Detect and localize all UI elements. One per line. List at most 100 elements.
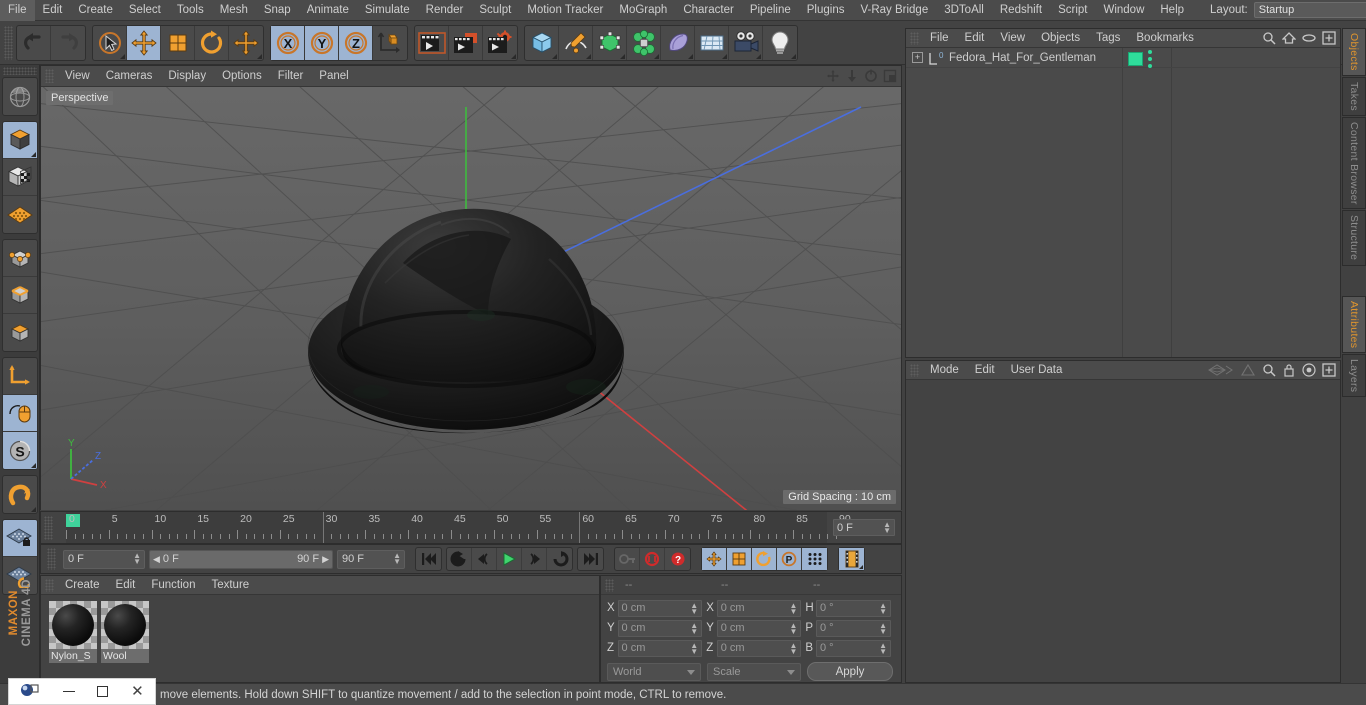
preview-range-slider[interactable]: ◀ 0 F 90 F ▶ xyxy=(149,549,333,569)
position-y-field[interactable]: 0 cm ▲ ▼ xyxy=(617,619,703,637)
spinner-icon[interactable]: ▲ ▼ xyxy=(879,601,887,615)
right-tab-attributes[interactable]: Attributes xyxy=(1342,295,1366,354)
wave-icon[interactable] xyxy=(1208,363,1234,380)
coordinates-grip[interactable] xyxy=(605,578,614,592)
rotation-b-field[interactable]: 0 ° ▲ ▼ xyxy=(815,639,892,657)
viewport-canvas[interactable]: Perspective Grid Spacing : 10 cm Y X Z xyxy=(41,87,901,510)
autokeying-button[interactable] xyxy=(640,548,665,570)
home-icon[interactable] xyxy=(1281,31,1297,48)
material-item[interactable]: Wool xyxy=(101,601,149,663)
play-button[interactable] xyxy=(497,548,522,570)
add-spline-button[interactable] xyxy=(559,25,593,60)
menu-item-character[interactable]: Character xyxy=(675,0,742,21)
menu-item-window[interactable]: Window xyxy=(1095,0,1152,21)
move-tool[interactable] xyxy=(127,25,161,60)
rotate-icon[interactable] xyxy=(864,69,878,86)
key-scale-button[interactable] xyxy=(727,548,752,570)
add-environment-button[interactable] xyxy=(695,25,729,60)
attribute-menu-item-user-data[interactable]: User Data xyxy=(1003,361,1071,380)
lock-z-axis[interactable]: Z xyxy=(339,25,373,60)
position-z-field[interactable]: 0 cm ▲ ▼ xyxy=(617,639,703,657)
menu-item-motion-tracker[interactable]: Motion Tracker xyxy=(519,0,611,21)
make-editable-tool[interactable] xyxy=(2,122,37,159)
toolbar-grip[interactable] xyxy=(4,25,13,60)
object-name[interactable]: Fedora_Hat_For_Gentleman xyxy=(949,52,1096,64)
position-x-field[interactable]: 0 cm ▲ ▼ xyxy=(617,599,703,617)
go-to-start-button[interactable] xyxy=(416,548,441,570)
material-menu-item-create[interactable]: Create xyxy=(57,576,108,595)
material-grip[interactable] xyxy=(45,578,54,592)
model-mode-tool[interactable] xyxy=(2,159,37,196)
spinner-icon[interactable]: ▲ ▼ xyxy=(690,641,698,655)
menu-item-simulate[interactable]: Simulate xyxy=(357,0,418,21)
previous-frame-button[interactable] xyxy=(472,548,497,570)
zoom-icon[interactable] xyxy=(845,69,859,86)
render-to-picture-viewer-button[interactable] xyxy=(449,25,483,60)
search-icon[interactable] xyxy=(1262,31,1276,48)
menu-item-create[interactable]: Create xyxy=(70,0,121,21)
material-menu-item-function[interactable]: Function xyxy=(143,576,203,595)
spinner-icon[interactable]: ▲ ▼ xyxy=(883,521,891,535)
soft-selection-tool[interactable]: S xyxy=(2,432,37,469)
minimize-icon[interactable] xyxy=(62,691,75,692)
play-reverse-loop-button[interactable] xyxy=(447,548,472,570)
undo-view-tool[interactable] xyxy=(3,78,37,115)
play-forward-loop-button[interactable] xyxy=(547,548,572,570)
spinner-icon[interactable]: ▲ ▼ xyxy=(393,551,401,565)
next-frame-button[interactable] xyxy=(522,548,547,570)
go-to-end-button[interactable] xyxy=(578,548,603,570)
material-tag-icon[interactable] xyxy=(1128,52,1143,66)
texture-mode-tool[interactable] xyxy=(3,196,37,233)
record-keyframe-button[interactable] xyxy=(615,548,640,570)
viewport-menu-item-view[interactable]: View xyxy=(57,66,98,87)
current-frame-field[interactable]: 0 F ▲ ▼ xyxy=(63,549,145,569)
menu-item-sculpt[interactable]: Sculpt xyxy=(471,0,519,21)
menu-item-redshift[interactable]: Redshift xyxy=(992,0,1050,21)
timeline-ruler[interactable]: 051015202530354045505560657075808590 xyxy=(66,512,851,543)
rotate-tool[interactable] xyxy=(195,25,229,60)
add-scene-object-button[interactable] xyxy=(661,25,695,60)
spinner-icon[interactable]: ▲ ▼ xyxy=(133,551,141,565)
menu-item-render[interactable]: Render xyxy=(418,0,472,21)
enable-axis-tool[interactable] xyxy=(2,358,37,395)
render-view-button[interactable] xyxy=(415,25,449,60)
material-preview-sphere[interactable] xyxy=(49,601,97,649)
object-menu-item-view[interactable]: View xyxy=(992,29,1033,48)
app-icon[interactable] xyxy=(20,682,40,702)
key-pla-button[interactable] xyxy=(802,548,827,570)
triangle-icon[interactable] xyxy=(1240,363,1256,380)
key-parameter-button[interactable]: P xyxy=(777,548,802,570)
menu-item-mesh[interactable]: Mesh xyxy=(212,0,256,21)
menu-item-select[interactable]: Select xyxy=(121,0,169,21)
size-y-field[interactable]: 0 cm ▲ ▼ xyxy=(716,619,802,637)
menu-item-file[interactable]: File xyxy=(0,0,35,21)
menu-item-v-ray-bridge[interactable]: V-Ray Bridge xyxy=(852,0,936,21)
right-tab-objects[interactable]: Objects xyxy=(1342,28,1366,76)
spinner-icon[interactable]: ▲ ▼ xyxy=(789,621,797,635)
object-menu-item-edit[interactable]: Edit xyxy=(957,29,993,48)
keyframe-selection-button[interactable]: ? xyxy=(665,548,690,570)
timeline-filmstrip-button[interactable] xyxy=(839,548,864,570)
max-frame-field[interactable]: 90 F ▲ ▼ xyxy=(337,549,405,569)
key-rotation-button[interactable] xyxy=(752,548,777,570)
maximize-icon[interactable] xyxy=(97,686,109,697)
render-settings-button[interactable] xyxy=(483,26,517,60)
add-camera-button[interactable] xyxy=(729,25,763,60)
maximize-icon[interactable] xyxy=(883,69,897,86)
menu-item-script[interactable]: Script xyxy=(1050,0,1095,21)
rotation-p-field[interactable]: 0 ° ▲ ▼ xyxy=(815,619,892,637)
viewport-menu-item-filter[interactable]: Filter xyxy=(270,66,312,87)
material-menu-item-texture[interactable]: Texture xyxy=(203,576,257,595)
lock-x-axis[interactable]: X xyxy=(271,25,305,60)
tag-dots-icon[interactable] xyxy=(1148,50,1152,68)
viewport-menu-item-options[interactable]: Options xyxy=(214,66,270,87)
enable-snapping-tool[interactable] xyxy=(3,476,37,513)
points-mode-tool[interactable] xyxy=(2,240,37,277)
spinner-icon[interactable]: ▲ ▼ xyxy=(690,621,698,635)
attribute-menu-item-mode[interactable]: Mode xyxy=(922,361,967,380)
add-generator-button[interactable] xyxy=(593,25,627,60)
right-tab-layers[interactable]: Layers xyxy=(1342,354,1366,398)
viewport-grip[interactable] xyxy=(45,69,54,83)
size-z-field[interactable]: 0 cm ▲ ▼ xyxy=(716,639,802,657)
material-name[interactable]: Nylon_S xyxy=(49,649,97,663)
